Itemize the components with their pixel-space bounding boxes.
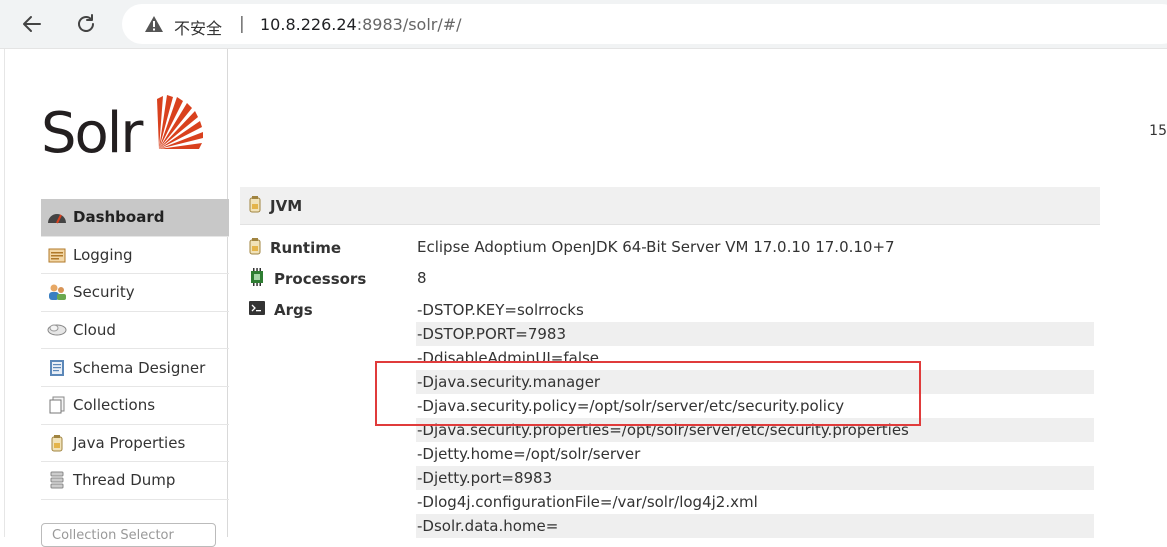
menu-item-schema-designer[interactable]: Schema Designer (41, 349, 229, 387)
schema-designer-icon (47, 359, 67, 377)
menu-item-cloud[interactable]: Cloud (41, 312, 229, 350)
solr-logo[interactable]: Solr (41, 87, 211, 177)
cloud-icon (47, 321, 67, 339)
collections-icon (47, 396, 67, 414)
processor-chip-icon (248, 268, 266, 290)
processors-label: Processors (248, 268, 366, 290)
menu-label: Collections (73, 396, 156, 415)
menu-item-thread-dump[interactable]: Thread Dump (41, 462, 229, 500)
menu-label: Logging (73, 245, 133, 264)
warning-icon[interactable] (144, 15, 164, 33)
menu-label: Security (73, 283, 135, 302)
truncated-value: 15 (1149, 123, 1167, 139)
collection-selector[interactable]: Collection Selector (41, 523, 216, 547)
thread-dump-icon (47, 471, 67, 489)
menu-label: Java Properties (73, 433, 186, 452)
solr-sunburst-icon (157, 95, 203, 149)
arg-item: -Dlog4j.configurationFile=/var/solr/log4… (417, 493, 758, 511)
address-separator: | (239, 14, 245, 34)
menu-item-logging[interactable]: Logging (41, 237, 229, 275)
args-label-text: Args (274, 301, 313, 319)
arg-item: -DSTOP.PORT=7983 (416, 322, 1094, 346)
highlight-annotation-box (375, 361, 921, 426)
menu-label: Dashboard (73, 208, 165, 227)
url-host: 10.8.226.24 (260, 15, 357, 34)
browser-toolbar: 不安全 | 10.8.226.24:8983/solr/#/ (0, 0, 1167, 48)
jvm-title: JVM (270, 196, 303, 215)
security-icon (47, 283, 67, 301)
url-path: :8983/solr/#/ (356, 15, 462, 34)
menu-label: Schema Designer (73, 358, 206, 377)
processors-label-text: Processors (274, 270, 367, 288)
solr-logo-text: Solr (41, 101, 143, 166)
logging-icon (47, 246, 67, 264)
java-properties-icon (47, 434, 67, 452)
arg-item: -Dsolr.data.home= (416, 514, 1094, 538)
dashboard-icon (47, 208, 67, 226)
dashboard-content: 15 JVM Runtime Eclipse Adoptium OpenJDK … (240, 49, 1167, 538)
menu-item-dashboard[interactable]: Dashboard (41, 199, 229, 237)
reload-icon (78, 14, 94, 32)
arg-item: -DSTOP.KEY=solrrocks (417, 301, 584, 319)
address-bar[interactable]: 不安全 | 10.8.226.24:8983/solr/#/ (122, 4, 1167, 44)
back-arrow-icon (23, 16, 41, 32)
args-label: Args (248, 300, 313, 320)
menu-label: Thread Dump (73, 471, 176, 490)
runtime-value: Eclipse Adoptium OpenJDK 64-Bit Server V… (417, 238, 895, 256)
processors-value: 8 (417, 269, 427, 287)
terminal-icon (248, 300, 266, 320)
arg-item: -Djetty.port=8983 (416, 466, 1094, 490)
menu-item-java-properties[interactable]: Java Properties (41, 425, 229, 463)
runtime-label: Runtime (248, 237, 341, 259)
menu-item-security[interactable]: Security (41, 274, 229, 312)
sidebar: Solr Dashboard Logging Security Cloud Sc… (4, 49, 229, 547)
jvm-section-header: JVM (240, 187, 1100, 225)
runtime-label-text: Runtime (270, 239, 342, 257)
insecure-label[interactable]: 不安全 (174, 15, 222, 39)
back-button[interactable] (16, 8, 48, 40)
url-text[interactable]: 10.8.226.24:8983/solr/#/ (260, 15, 462, 34)
reload-button[interactable] (70, 8, 102, 40)
solr-admin-page: Solr Dashboard Logging Security Cloud Sc… (0, 48, 1167, 547)
menu-label: Cloud (73, 321, 116, 340)
main-menu: Dashboard Logging Security Cloud Schema … (41, 199, 229, 500)
arg-item: -Djetty.home=/opt/solr/server (417, 445, 641, 463)
menu-item-collections[interactable]: Collections (41, 387, 229, 425)
jvm-icon (248, 195, 262, 217)
runtime-icon (248, 237, 262, 259)
